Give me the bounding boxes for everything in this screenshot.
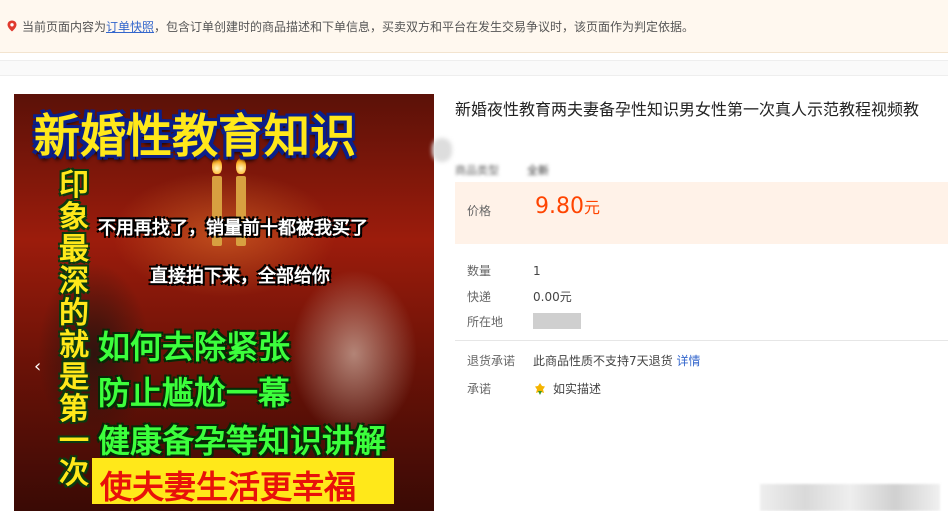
- image-vertical-text: 印象最深的就是第一次: [59, 168, 89, 491]
- notice-prefix: 当前页面内容为: [22, 19, 107, 34]
- promise-row: 承诺 如实描述: [467, 380, 601, 397]
- price-unit: 元: [583, 198, 600, 217]
- notice-text: 当前页面内容为订单快照，包含订单创建时的商品描述和下单信息，买卖双方和平台在发生…: [22, 18, 694, 35]
- condition-label: 商品类型: [455, 164, 499, 177]
- image-line-green-2: 防止尴尬一幕: [98, 374, 291, 412]
- condition-value: 全新: [527, 164, 549, 177]
- image-banner: 使夫妻生活更幸福: [92, 458, 394, 506]
- quantity-value: 1: [533, 264, 541, 278]
- image-headline: 新婚性教育知识: [34, 109, 356, 163]
- product-main-image[interactable]: 新婚性教育知识 印象最深的就是第一次 不用再找了，销量前十都被我买了 直接拍下来…: [14, 94, 434, 511]
- shipping-row: 快递 0.00元: [467, 288, 572, 305]
- location-redacted: [533, 313, 581, 329]
- shipping-value: 0.00元: [533, 290, 572, 304]
- return-value: 此商品性质不支持7天退货: [533, 354, 673, 368]
- return-detail-link[interactable]: 详情: [676, 354, 700, 368]
- redacted-blur: [432, 138, 452, 162]
- divider: [455, 340, 948, 341]
- image-banner-text: 使夫妻生活更幸福: [100, 468, 357, 506]
- order-snapshot-link[interactable]: 订单快照: [106, 20, 154, 34]
- promise-value: 如实描述: [553, 382, 602, 396]
- price-label: 价格: [467, 204, 492, 218]
- snapshot-notice-bar: 当前页面内容为订单快照，包含订单创建时的商品描述和下单信息，买卖双方和平台在发生…: [0, 0, 948, 53]
- image-line-white-2: 直接拍下来，全部给你: [150, 266, 330, 287]
- location-label: 所在地: [467, 315, 504, 329]
- condition-row: 商品类型 全新: [455, 148, 549, 178]
- return-label: 退货承诺: [467, 354, 516, 368]
- promise-badge-icon: [535, 383, 545, 395]
- image-line-white-1: 不用再找了，销量前十都被我买了: [98, 218, 368, 239]
- shipping-label: 快递: [467, 290, 492, 304]
- location-pin-icon: [7, 20, 17, 32]
- prev-image-arrow-icon[interactable]: ‹: [34, 356, 41, 377]
- quantity-label: 数量: [467, 264, 492, 278]
- price-value: 9.80: [535, 194, 584, 219]
- price-value-wrap: 9.80元: [535, 194, 600, 219]
- price-box: 价格 9.80元: [455, 182, 948, 244]
- image-line-green-3: 健康备孕等知识讲解: [98, 422, 387, 460]
- promise-label: 承诺: [467, 382, 492, 396]
- quantity-row: 数量 1: [467, 262, 541, 279]
- notice-suffix: ，包含订单创建时的商品描述和下单信息，买卖双方和平台在发生交易争议时，该页面作为…: [154, 19, 695, 34]
- image-line-green-1: 如何去除紧张: [98, 328, 291, 366]
- section-separator: [0, 60, 948, 76]
- return-policy-row: 退货承诺 此商品性质不支持7天退货 详情: [467, 352, 700, 369]
- redacted-footer-blur: [760, 484, 940, 511]
- location-row: 所在地: [467, 313, 581, 330]
- product-title: 新婚夜性教育两夫妻备孕性知识男女性第一次真人示范教程视频教: [455, 100, 920, 119]
